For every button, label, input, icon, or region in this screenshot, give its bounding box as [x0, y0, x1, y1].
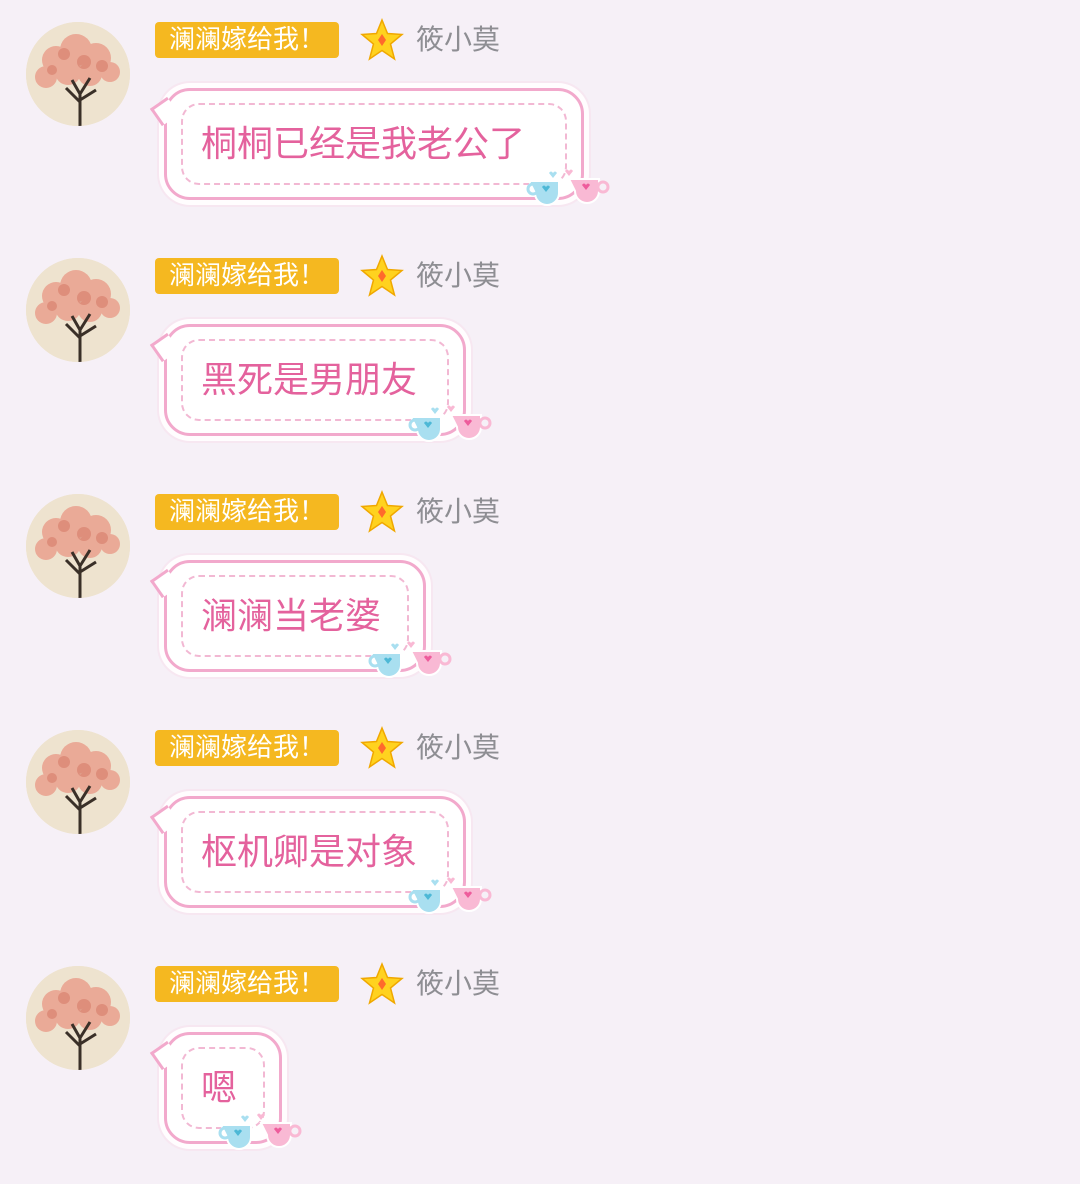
message-bubble[interactable]: 嗯 [149, 1032, 302, 1150]
avatar[interactable] [26, 494, 130, 598]
teacups-icon [526, 169, 610, 206]
bubble-tail [149, 804, 180, 835]
tree-avatar-icon [26, 258, 130, 362]
tree-avatar-icon [26, 22, 130, 126]
bubble-tail [149, 332, 180, 363]
sender-nickname[interactable]: 筱小莫 [416, 256, 500, 296]
teacups-icon [408, 405, 492, 442]
star-icon [360, 726, 404, 769]
avatar[interactable] [26, 258, 130, 362]
avatar[interactable] [26, 22, 130, 126]
chat-message: 澜澜嫁给我！ 筱小莫 枢机卿是对象 [0, 708, 1080, 938]
message-bubble[interactable]: 黑死是男朋友 [149, 324, 492, 442]
avatar[interactable] [26, 730, 130, 834]
tree-avatar-icon [26, 966, 130, 1070]
title-badge: 澜澜嫁给我！ [155, 22, 340, 58]
sender-nickname[interactable]: 筱小莫 [416, 492, 500, 532]
message-text: 澜澜当老婆 [201, 596, 382, 637]
bubble-tail [149, 96, 180, 127]
message-text: 桐桐已经是我老公了 [201, 124, 526, 165]
chat-message: 澜澜嫁给我！ 筱小莫 嗯 [0, 944, 1080, 1174]
message-bubble[interactable]: 枢机卿是对象 [149, 796, 492, 914]
bubble-tail [149, 568, 180, 599]
title-badge: 澜澜嫁给我！ [155, 258, 340, 294]
message-bubble[interactable]: 桐桐已经是我老公了 [149, 88, 610, 206]
chat-message: 澜澜嫁给我！ 筱小莫 桐桐已经是我老公了 [0, 0, 1080, 230]
tree-avatar-icon [26, 494, 130, 598]
star-icon [360, 254, 404, 297]
message-text: 黑死是男朋友 [201, 360, 418, 401]
sender-nickname[interactable]: 筱小莫 [416, 728, 500, 768]
title-badge: 澜澜嫁给我！ [155, 966, 340, 1002]
star-icon [360, 962, 404, 1005]
title-badge: 澜澜嫁给我！ [155, 730, 340, 766]
sender-nickname[interactable]: 筱小莫 [416, 20, 500, 60]
message-text: 枢机卿是对象 [201, 832, 418, 873]
star-icon [360, 490, 404, 533]
chat-message: 澜澜嫁给我！ 筱小莫 黑死是男朋友 [0, 236, 1080, 466]
title-badge: 澜澜嫁给我！ [155, 494, 340, 530]
chat-message: 澜澜嫁给我！ 筱小莫 澜澜当老婆 [0, 472, 1080, 702]
sender-nickname[interactable]: 筱小莫 [416, 964, 500, 1004]
message-text: 嗯 [201, 1068, 238, 1109]
star-icon [360, 18, 404, 61]
avatar[interactable] [26, 966, 130, 1070]
tree-avatar-icon [26, 730, 130, 834]
teacups-icon [408, 877, 492, 914]
message-bubble[interactable]: 澜澜当老婆 [149, 560, 452, 678]
bubble-tail [149, 1040, 180, 1071]
teacups-icon [218, 1113, 302, 1150]
teacups-icon [368, 641, 452, 678]
